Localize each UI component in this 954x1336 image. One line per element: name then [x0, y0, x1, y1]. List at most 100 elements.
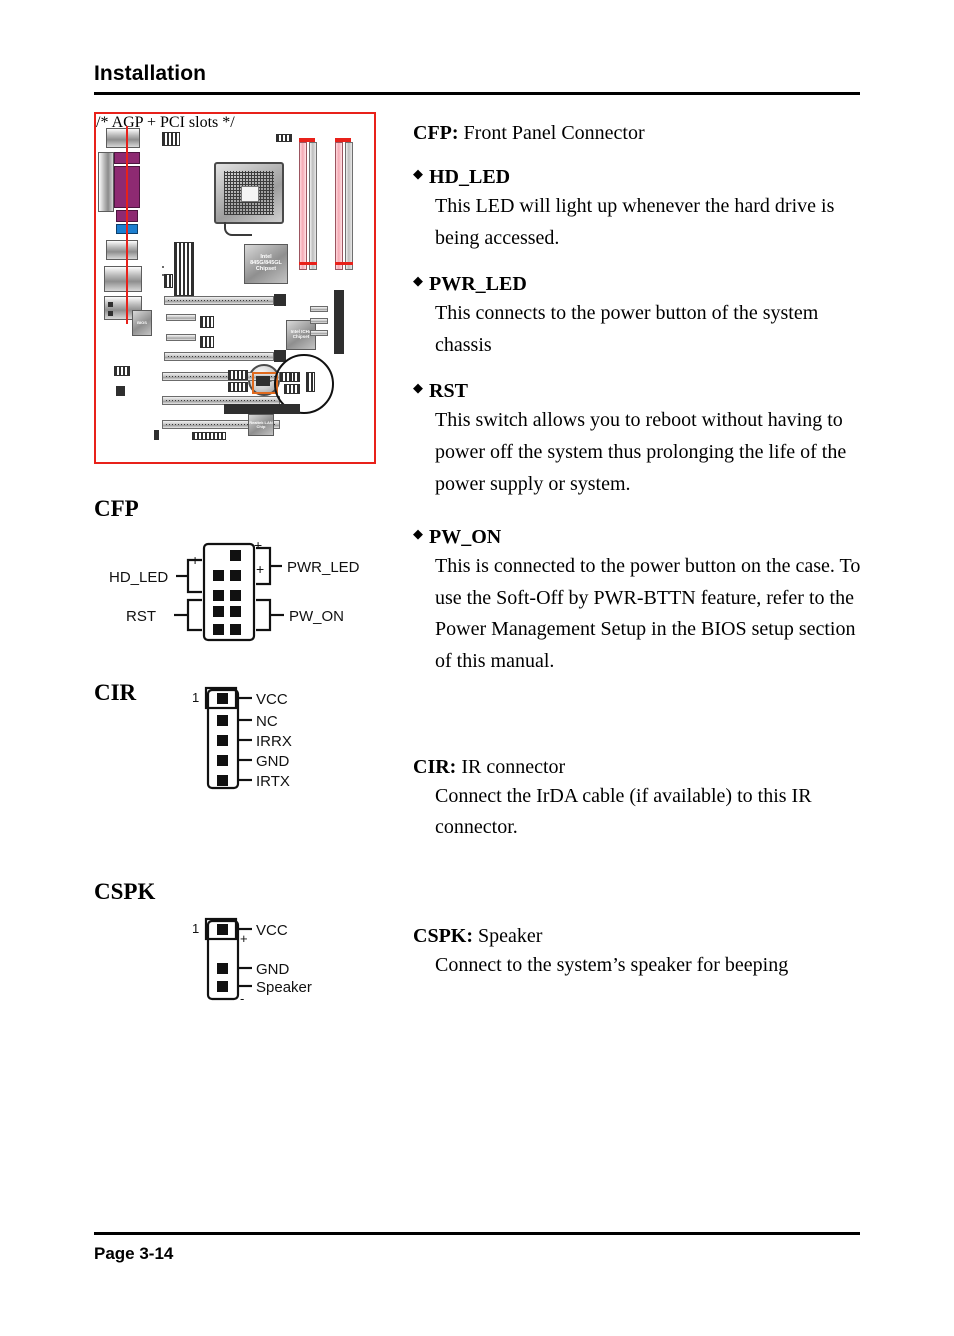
cspk-pin-one-marker: 1	[192, 921, 199, 936]
cfp-plus-top: +	[254, 537, 262, 553]
fan-header-icon	[276, 134, 292, 142]
northbridge-chip-icon: Intel 845G/845GL Chipset	[244, 244, 288, 284]
cspk-header-icon	[116, 386, 125, 396]
cspk-heading-rest: Speaker	[473, 924, 543, 947]
cspk-connector-diagram: VCC GND Speaker 1 + -	[190, 911, 394, 1011]
cir-header-icon	[114, 366, 130, 376]
usb-header-pair-icon	[228, 382, 248, 392]
serial-port-icon	[106, 240, 138, 260]
bullet-body-hd-led: This LED will light up whenever the hard…	[435, 195, 835, 249]
bullet-term-pwr-led: PWR_LED	[429, 273, 527, 296]
dimm-slot-4	[345, 142, 353, 270]
bullet-term-pw-on: PW_ON	[429, 526, 502, 549]
left-column: Intel 845G/845GL Chipset /* AGP + PCI sl…	[94, 112, 394, 1011]
cir-connector-diagram: VCC NC IRRX GND IRTX 1	[190, 676, 394, 801]
cfp-heading-term: CFP:	[413, 122, 459, 144]
cspk-pin-2-label: GND	[256, 961, 290, 978]
cir-pin-1-label: VCC	[256, 691, 288, 708]
cfp-label-pw-on: PW_ON	[289, 608, 344, 625]
right-column: CFP: Front Panel Connector ◆ HD_LED This…	[413, 120, 873, 981]
atx12v-connector-icon	[162, 132, 180, 146]
front-panel-connector-body	[256, 376, 270, 386]
cspk-body: Connect to the system’s speaker for beep…	[435, 953, 789, 976]
sata-port-icon	[310, 330, 328, 336]
cspk-text-block: CSPK: Speaker Connect to the system’s sp…	[413, 922, 873, 982]
audio-jack-icon	[108, 311, 113, 316]
cspk-minus-sign: -	[240, 991, 244, 1006]
usb-port-cluster-icon	[104, 266, 142, 292]
cfp-plus-pwr: +	[256, 561, 264, 577]
cir-heading-rest: IR connector	[456, 755, 566, 778]
cpu-fan-trace	[224, 222, 252, 236]
bios-chip-icon: BIOS	[132, 310, 152, 336]
motherboard-diagram: Intel 845G/845GL Chipset /* AGP + PCI sl…	[94, 112, 376, 464]
cir-heading: CIR: IR connector	[413, 753, 873, 781]
lan-label: Realtek LAN Chip	[249, 419, 273, 429]
bios-label: BIOS	[137, 319, 147, 325]
bullet-body-pwr-led: This connects to the power button of the…	[435, 302, 819, 356]
cspk-pin-1-label: VCC	[256, 922, 288, 939]
page-number: Page 3-14	[94, 1244, 174, 1263]
cfp-label-rst: RST	[126, 608, 156, 625]
dimm-key-icon	[299, 262, 317, 265]
cir-pin-5-label: IRTX	[256, 773, 290, 790]
footer-rule	[94, 1232, 860, 1235]
diamond-bullet-icon: ◆	[413, 273, 423, 289]
cfp-label-pwr-led: PWR_LED	[287, 559, 360, 576]
cspk-heading: CSPK: Speaker	[413, 922, 873, 950]
dimm-slot-3	[335, 142, 343, 270]
cir-heading-term: CIR:	[413, 755, 457, 778]
cspk-heading-term: CSPK:	[413, 924, 473, 947]
cir-body: Connect the IrDA cable (if available) to…	[435, 784, 812, 839]
bottom-edge-connector	[224, 404, 300, 414]
page-footer: Page 3-14	[94, 1232, 860, 1264]
cir-pin-3-label: IRRX	[256, 733, 292, 750]
cir-pin-4-label: GND	[256, 753, 290, 770]
ide-connector-1-icon	[166, 314, 196, 321]
dimm-key-icon	[335, 262, 353, 265]
bullet-hd-led: ◆ HD_LED This LED will light up whenever…	[413, 164, 873, 254]
cspk-section-label: CSPK	[94, 879, 156, 904]
jumper-icon	[154, 430, 159, 440]
cir-text-block: CIR: IR connector Connect the IrDA cable…	[413, 753, 873, 844]
cpu-socket-icon	[214, 162, 284, 224]
cfp-connector-diagram: PWR_LED PW_ON HD_LED RST + + +	[104, 532, 394, 652]
cfp-label-hd-led: HD_LED	[109, 569, 168, 586]
cir-pin-2-label: NC	[256, 713, 278, 730]
agp-slot-icon	[164, 296, 274, 305]
bullet-pwr-led: ◆ PWR_LED This connects to the power but…	[413, 271, 873, 361]
pci-slot-1-icon	[164, 352, 274, 361]
page-header: Installation	[94, 62, 860, 95]
bullet-term-rst: RST	[429, 380, 468, 403]
io-shield-icon	[98, 152, 114, 212]
ide-bank-icon	[334, 290, 344, 354]
board-edge-trace	[126, 126, 128, 324]
northbridge-label: Intel 845G/845GL Chipset	[250, 254, 282, 272]
usb-header-pair-icon	[228, 370, 248, 380]
front-audio-header-icon	[164, 274, 173, 288]
ide-connector-2-icon	[166, 334, 196, 341]
ps2-port-cluster-icon	[106, 128, 140, 148]
bottom-header-icon	[192, 432, 226, 440]
diamond-bullet-icon: ◆	[413, 526, 423, 542]
cspk-pin-3-label: Speaker	[256, 979, 312, 996]
sata-port-icon	[310, 318, 328, 324]
dimm-slot-2	[309, 142, 317, 270]
page-title: Installation	[94, 62, 207, 85]
cspk-plus-sign: +	[240, 931, 248, 946]
sata-port-icon	[310, 306, 328, 312]
agp-retention-icon	[274, 294, 286, 306]
audio-jack-icon	[108, 302, 113, 307]
usb-header-icon	[200, 316, 214, 328]
cfp-section-label: CFP	[94, 496, 139, 521]
cir-pin-one-marker: 1	[192, 690, 199, 705]
lan-chip-icon: Realtek LAN Chip	[248, 414, 274, 436]
cfp-plus-hd: +	[191, 552, 199, 568]
diamond-bullet-icon: ◆	[413, 166, 423, 181]
bullet-term-hd-led: HD_LED	[429, 166, 511, 188]
floppy-header-icon	[200, 336, 214, 348]
bullet-pw-on: ◆ PW_ON This is connected to the power b…	[413, 524, 873, 677]
bullet-body-rst: This switch allows you to reboot without…	[435, 409, 847, 495]
diamond-bullet-icon: ◆	[413, 380, 423, 396]
cfp-heading-rest: Front Panel Connector	[458, 122, 645, 144]
